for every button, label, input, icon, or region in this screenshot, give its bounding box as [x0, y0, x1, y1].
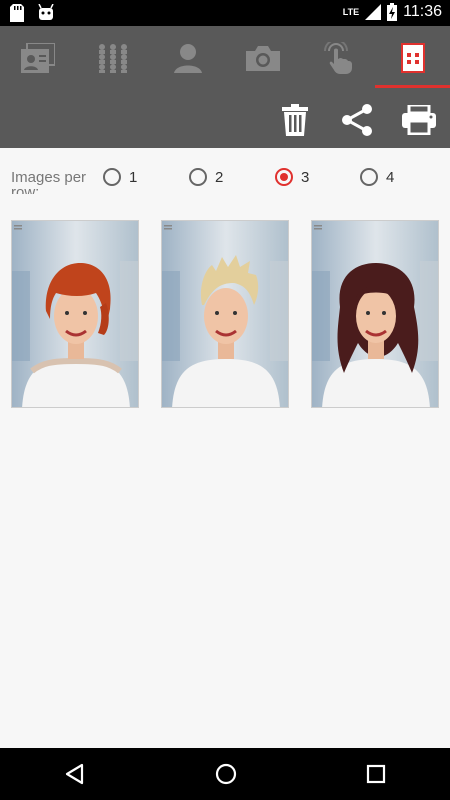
radio-button[interactable] [189, 168, 207, 186]
battery-charging-icon [387, 3, 398, 21]
action-bar [264, 96, 450, 144]
tab-grid-view[interactable] [375, 26, 450, 90]
delete-button[interactable] [264, 104, 326, 136]
radio-label: 1 [129, 168, 138, 186]
portrait-image [312, 221, 438, 407]
radio-option-3[interactable]: 3 [275, 168, 309, 186]
grid-view-icon [400, 43, 425, 73]
radio-button[interactable] [360, 168, 378, 186]
selected-tab-indicator [375, 85, 450, 88]
clock: 11:36 [403, 3, 442, 20]
android-debug-icon [38, 4, 54, 20]
touch-icon [323, 42, 352, 74]
share-icon [342, 104, 372, 136]
portrait-image [12, 221, 138, 407]
tab-bar [0, 26, 450, 90]
photo-thumbnail-dark-curls[interactable] [311, 220, 439, 408]
radio-label: 2 [215, 168, 224, 186]
radio-button-selected[interactable] [275, 168, 293, 186]
radio-option-1[interactable]: 1 [103, 168, 137, 186]
tab-touch[interactable] [300, 26, 375, 90]
trash-icon [282, 104, 308, 136]
tab-camera[interactable] [225, 26, 300, 90]
radio-option-4[interactable]: 4 [360, 168, 394, 186]
tab-people-grid[interactable] [75, 26, 150, 90]
camera-icon [245, 46, 280, 71]
tab-id-card[interactable] [0, 26, 75, 90]
people-grid-icon [98, 44, 127, 73]
id-card-icon [20, 43, 55, 73]
radio-option-2[interactable]: 2 [189, 168, 223, 186]
radio-label: 4 [386, 168, 395, 186]
photo-thumbnail-blonde-spiky[interactable] [161, 220, 289, 408]
network-type-label: LTE [342, 7, 360, 17]
top-toolbar [0, 26, 450, 148]
radio-button[interactable] [103, 168, 121, 186]
images-per-row-control: Images per row: 1 2 3 4 [0, 160, 450, 200]
signal-icon [365, 4, 382, 20]
recents-icon[interactable] [366, 764, 386, 784]
images-per-row-label: Images per row: [11, 170, 87, 194]
home-icon[interactable] [215, 763, 237, 785]
sd-card-icon [10, 4, 24, 22]
person-icon [173, 44, 202, 73]
print-button[interactable] [388, 105, 450, 135]
back-icon[interactable] [64, 763, 86, 785]
radio-label: 3 [301, 168, 310, 186]
portrait-image [162, 221, 288, 407]
photo-thumbnail-red-bob[interactable] [11, 220, 139, 408]
system-nav-bar [0, 748, 450, 800]
print-icon [402, 105, 436, 135]
tab-person[interactable] [150, 26, 225, 90]
share-button[interactable] [326, 104, 388, 136]
status-bar: LTE 11:36 [0, 0, 450, 26]
